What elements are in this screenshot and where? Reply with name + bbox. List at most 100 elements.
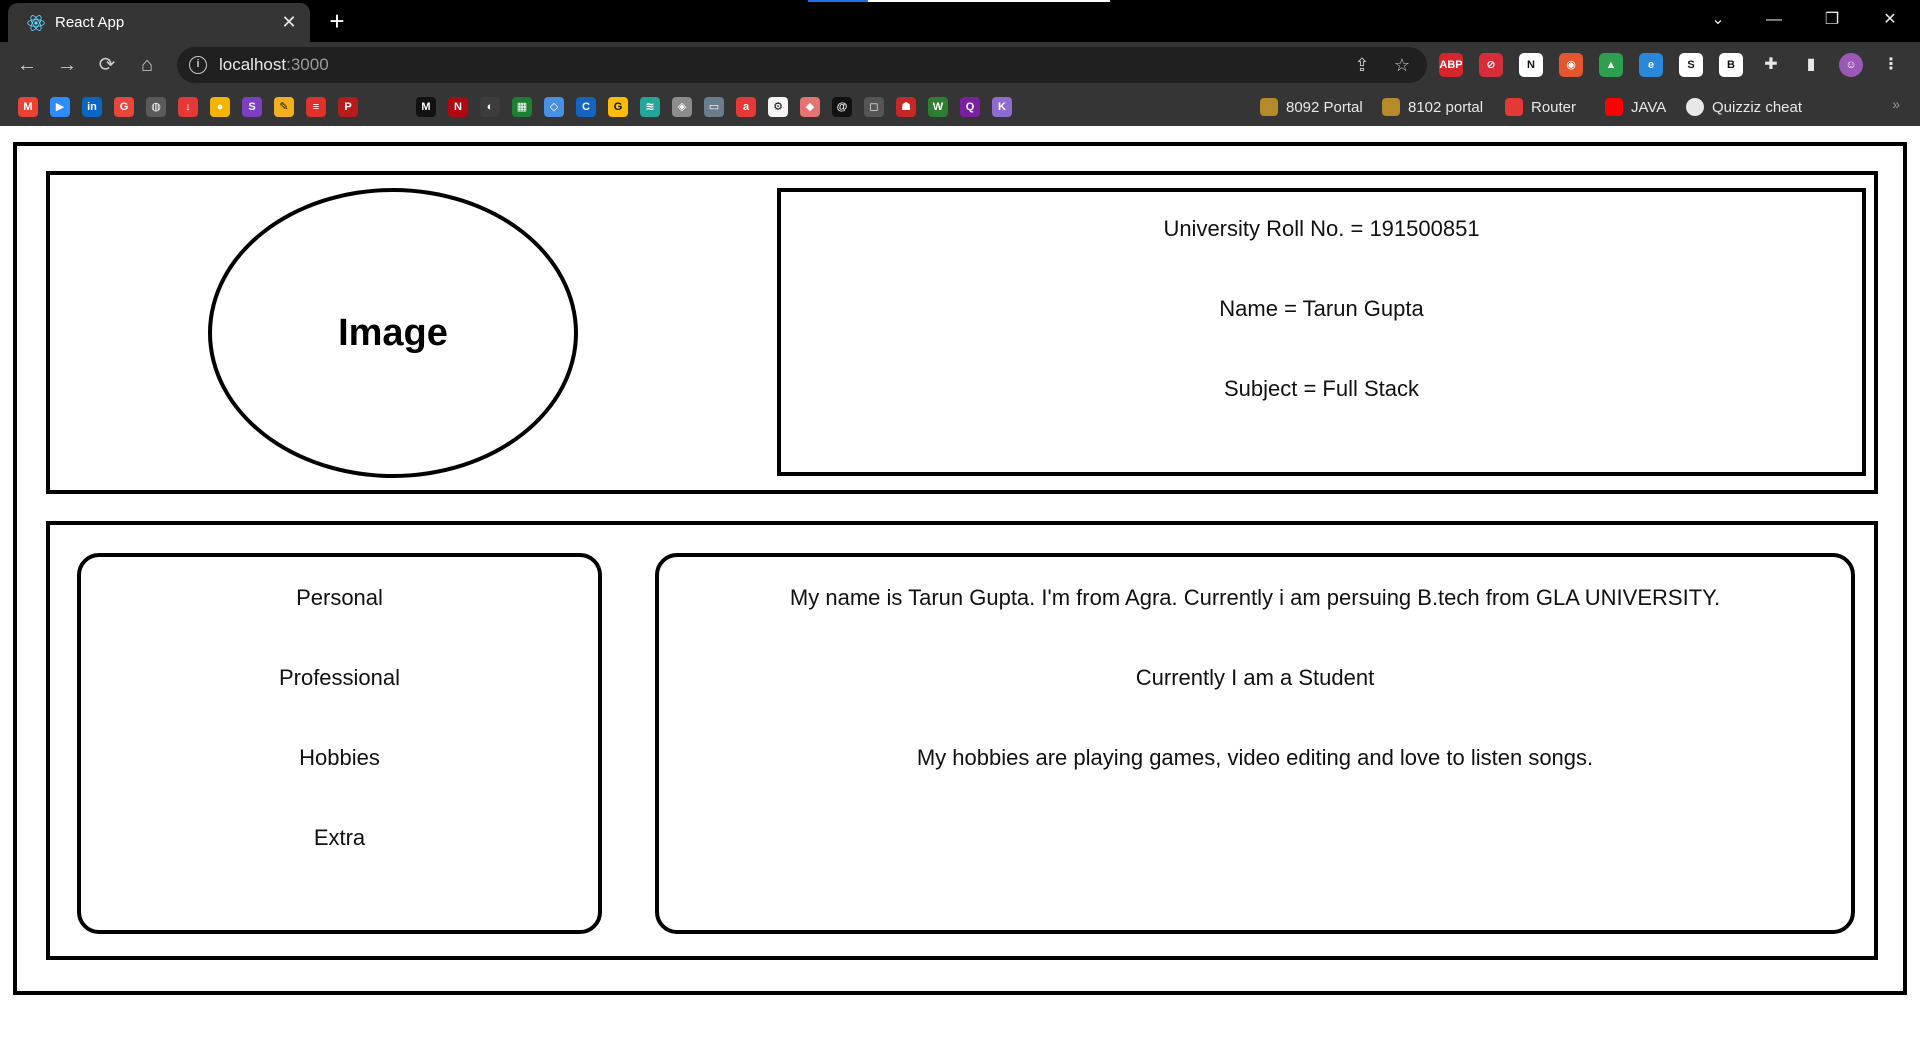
profile-info-box: University Roll No. = 191500851 Name = T…: [777, 188, 1866, 476]
router-icon: [1505, 98, 1523, 116]
bookmark-label: Quizziz cheat: [1712, 98, 1803, 116]
chrome-color-icon[interactable]: ◉: [1559, 53, 1583, 77]
bookmark-quizziz-cheat[interactable]: Quizziz cheat: [1686, 96, 1802, 118]
google-icon[interactable]: G: [608, 97, 628, 117]
professional-description: Currently I am a Student: [1135, 665, 1375, 690]
bookmark-java[interactable]: JAVA: [1605, 96, 1666, 118]
s-extension-icon[interactable]: S: [1679, 53, 1703, 77]
tab-strip-indicator: [808, 0, 1110, 2]
sheet-icon[interactable]: ▦: [512, 97, 532, 117]
share-icon[interactable]: ⇪: [1350, 53, 1374, 77]
close-window-button[interactable]: ✕: [1868, 4, 1912, 36]
site-info-icon[interactable]: i: [189, 56, 207, 74]
tab-react-app[interactable]: React App ✕: [8, 3, 310, 42]
bookmark-8102-portal[interactable]: 8102 portal: [1382, 96, 1483, 118]
close-tab-icon[interactable]: ✕: [278, 11, 300, 33]
ak-icon[interactable]: a: [736, 97, 756, 117]
url-text[interactable]: localhost:3000: [219, 55, 329, 75]
side-panel-icon[interactable]: ▮: [1799, 53, 1823, 77]
notion-icon[interactable]: N: [1519, 53, 1543, 77]
q-icon[interactable]: Q: [960, 97, 980, 117]
drive-icon[interactable]: ▲: [1599, 53, 1623, 77]
back-icon[interactable]: ←: [12, 50, 42, 80]
medium-icon[interactable]: M: [416, 97, 436, 117]
restore-button[interactable]: ❐: [1810, 4, 1854, 36]
spiral-icon[interactable]: @: [832, 97, 852, 117]
linkedin-icon[interactable]: in: [82, 97, 102, 117]
address-bar[interactable]: i localhost:3000 ⇪ ☆: [177, 47, 1427, 83]
reload-icon[interactable]: ⟳: [92, 50, 122, 80]
b-extension-icon[interactable]: B: [1719, 53, 1743, 77]
k-icon[interactable]: K: [992, 97, 1012, 117]
edge-icon[interactable]: e: [1639, 53, 1663, 77]
menu-item-extra[interactable]: Extra: [81, 825, 598, 851]
diamond-icon[interactable]: ◇: [544, 97, 564, 117]
8092-portal-icon: [1260, 98, 1278, 116]
react-icon: [27, 15, 45, 31]
details-section: Personal Professional Hobbies Extra My n…: [46, 521, 1878, 960]
forward-icon[interactable]: →: [52, 50, 82, 80]
game-icon[interactable]: ◐: [480, 97, 500, 117]
url-host: localhost: [219, 55, 287, 74]
personal-description: My name is Tarun Gupta. I'm from Agra. C…: [789, 585, 1721, 610]
page-content: Image University Roll No. = 191500851 Na…: [0, 126, 1920, 1037]
image-label: Image: [338, 311, 448, 354]
minimize-button[interactable]: —: [1752, 4, 1796, 36]
google-apps-icon[interactable]: G: [114, 97, 134, 117]
bookmark-label: JAVA: [1631, 98, 1667, 116]
adblock-plus-icon[interactable]: ABP: [1439, 53, 1463, 77]
bookmark-label: Router: [1531, 98, 1577, 116]
stack-red-icon[interactable]: ≡: [306, 97, 326, 117]
details-content: My name is Tarun Gupta. I'm from Agra. C…: [655, 553, 1855, 934]
new-tab-button[interactable]: +: [323, 7, 351, 35]
quizziz-cheat-icon: [1686, 98, 1704, 116]
puzzle-extensions-icon[interactable]: ✚: [1759, 53, 1783, 77]
menu-item-professional[interactable]: Professional: [81, 665, 598, 691]
netflix-icon[interactable]: N: [448, 97, 468, 117]
w-icon[interactable]: W: [928, 97, 948, 117]
gear-box-icon[interactable]: ⚙: [768, 97, 788, 117]
tab-search-icon[interactable]: ⌄: [1696, 4, 1740, 36]
bookmarks-bar: M ▶ in G ◍ ↓ ● S ✎ ≡ P M N ◐ ▦ ◇ C G ≋ ◈ ▭ a ⚙ ◆ @ ◻ ☗ W Q K 8092 Por…: [0, 88, 1920, 126]
download-icon[interactable]: ↓: [178, 97, 198, 117]
more-bookmarks-icon[interactable]: »: [1892, 96, 1900, 112]
bookmark-label: 8092 Portal: [1286, 98, 1363, 116]
menu-item-personal[interactable]: Personal: [81, 585, 598, 611]
bookmark-router[interactable]: Router: [1505, 96, 1576, 118]
outer-container: Image University Roll No. = 191500851 Na…: [13, 142, 1907, 995]
char-icon[interactable]: ☗: [896, 97, 916, 117]
bookmark-8092-portal[interactable]: 8092 Portal: [1260, 96, 1363, 118]
layers-icon[interactable]: ◈: [672, 97, 692, 117]
profile-avatar-icon[interactable]: ☺: [1839, 53, 1863, 77]
cube-icon[interactable]: ◻: [864, 97, 884, 117]
paint-icon[interactable]: ✎: [274, 97, 294, 117]
home-icon[interactable]: ⌂: [132, 50, 162, 80]
java-icon: [1605, 98, 1623, 116]
p-logo-icon[interactable]: P: [338, 97, 358, 117]
hobbies-description: My hobbies are playing games, video edit…: [916, 745, 1594, 770]
browser-toolbar: ← → ⟳ ⌂ i localhost:3000 ⇪ ☆ ABP ⊘ N ◉ ▲ e S B ✚…: [0, 42, 1920, 88]
url-port: :3000: [286, 55, 329, 74]
tab-title: React App: [55, 14, 125, 31]
8102-portal-icon: [1382, 98, 1400, 116]
category-menu: Personal Professional Hobbies Extra: [77, 553, 602, 934]
gmail-icon[interactable]: M: [18, 97, 38, 117]
subject: Subject = Full Stack: [1223, 376, 1420, 401]
profile-header: Image University Roll No. = 191500851 Na…: [46, 171, 1878, 494]
zoom-icon[interactable]: ▶: [50, 97, 70, 117]
profile-image-placeholder: Image: [208, 188, 578, 478]
tv-icon[interactable]: ▭: [704, 97, 724, 117]
s-purple-icon[interactable]: S: [242, 97, 262, 117]
lines-icon[interactable]: ≋: [640, 97, 660, 117]
dots-icon[interactable]: ●: [210, 97, 230, 117]
menu-kebab-icon[interactable]: ⋮: [1879, 53, 1903, 77]
menu-item-hobbies[interactable]: Hobbies: [81, 745, 598, 771]
c-icon[interactable]: C: [576, 97, 596, 117]
title-bar: React App ✕ + ⌄ — ❐ ✕: [0, 0, 1920, 42]
bookmark-star-icon[interactable]: ☆: [1390, 53, 1414, 77]
opera-block-icon[interactable]: ⊘: [1479, 53, 1503, 77]
student-name: Name = Tarun Gupta: [1219, 296, 1424, 321]
tag-icon[interactable]: ◆: [800, 97, 820, 117]
roll-number: University Roll No. = 191500851: [1163, 216, 1480, 241]
globe-icon[interactable]: ◍: [146, 97, 166, 117]
